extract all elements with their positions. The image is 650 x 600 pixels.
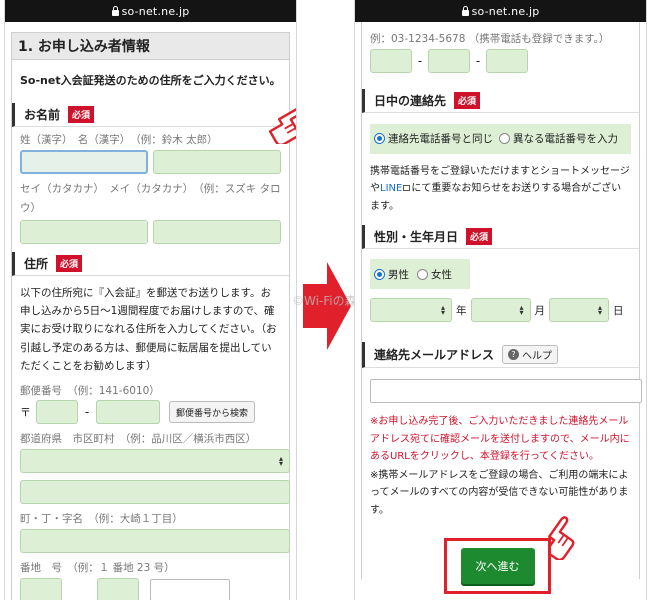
gender-birth-label-row: 性別・生年月日 必須 [362,225,639,250]
radio-empty-icon [499,133,510,145]
birth-year-select[interactable]: ▴ ▾ [370,298,452,323]
birth-month-select[interactable]: ▴ ▾ [470,298,531,323]
screenshot-canvas: so-net.ne.jp 1. お申し込み者情報 So-net入会証発送のための… [0,0,650,600]
gender-radio-group: 男性 女性 [370,259,470,290]
house-number-input[interactable] [97,578,139,600]
name-label-row: お名前 必須 [12,103,289,127]
url-text: so-net.ne.jp [471,4,540,18]
email-confirm-note: ※お申し込み完了後、ご入力いただきました連絡先メールアドレス宛てに確認メールを送… [370,416,630,463]
radio-same-phone[interactable]: 連絡先電話番号と同じ [374,131,493,146]
daytime-contact-label: 日中の連絡先 [374,93,447,108]
gender-birth-label: 性別・生年月日 [374,230,459,245]
phone-dash: - [417,53,423,68]
required-badge: 必須 [466,228,493,246]
lock-icon [461,5,469,16]
radio-selected-icon [374,268,385,280]
last-name-kanji-input[interactable] [20,149,149,174]
address-label: 住所 [24,256,49,271]
email-input[interactable] [370,379,642,404]
next-button-highlight: 次へ進む [444,538,551,594]
address-description: 以下の住所宛に『入会証』を郵送でお送りします。お申し込みから5日〜1週間程度でお… [20,286,277,373]
zip-code-first-input[interactable] [36,400,78,425]
pointing-hand-icon [268,106,296,144]
watermark: ©Wi-Fiの森 [292,294,357,308]
month-suffix: 月 [534,304,546,317]
zip-hint: 郵便番号 （例：141-6010） [20,384,160,397]
required-badge: 必須 [56,254,83,272]
phone-example: 例：03-1234-5678 （携帯電話も登録できます。） [370,33,610,45]
select-arrows-icon: ▴ ▾ [440,303,445,318]
postal-mark: 〒 [20,406,31,420]
name-kana-hint: セイ（カタカナ） メイ（カタカナ） （例：スズキ タロウ） [20,182,281,214]
name-kanji-hint: 姓（漢字） 名（漢字） （例：鈴木 太郎） [20,134,218,146]
town-hint: 町・丁・字名 （例：大崎１丁目） [20,513,183,526]
phone-third-input[interactable] [486,48,528,73]
phone-second-input[interactable] [428,48,470,73]
url-text: so-net.ne.jp [121,4,190,18]
first-name-kanji-input[interactable] [153,149,281,174]
address-label-row: 住所 必須 [12,251,289,276]
radio-selected-icon [374,133,385,145]
external-link-icon [403,185,411,192]
phone-first-input[interactable] [370,48,412,73]
prefecture-select[interactable]: ▴ ▾ [20,449,290,474]
birth-day-select[interactable]: ▴ ▾ [549,298,609,323]
daytime-radio-group: 連絡先電話番号と同じ 異なる電話番号を入力 [370,123,631,154]
block-number-input[interactable] [20,578,62,600]
email-label: 連絡先メールアドレス [374,348,495,363]
name-label: お名前 [24,108,61,122]
section-title: 1. お申し込み者情報 [11,32,290,60]
radio-male[interactable]: 男性 [374,267,409,282]
sms-note: 携帯電話番号をご登録いただけますとショートメッセージやLINE にて重要なお知らせ… [370,154,631,216]
line-link[interactable]: LINE [380,183,402,194]
phone-dash: - [475,53,481,68]
select-arrows-icon: ▴ ▾ [597,303,602,318]
daytime-contact-label-row: 日中の連絡先 必須 [362,88,639,113]
zip-search-button[interactable]: 郵便番号から検索 [169,401,256,424]
required-badge: 必須 [68,106,95,123]
url-bar[interactable]: so-net.ne.jp [5,0,296,22]
required-badge: 必須 [454,91,481,109]
right-phone-screen: so-net.ne.jp 例：03-1234-5678 （携帯電話も登録できます… [354,0,647,600]
question-icon: ? [508,349,520,361]
radio-male-label: 男性 [388,268,409,281]
lead-text: So-net入会証発送のための住所をご入力ください。 [20,74,281,87]
radio-female[interactable]: 女性 [417,267,452,282]
day-suffix: 日 [613,304,624,317]
number-hint: 番地 号 （例：１ 番地 23 号） [20,562,175,575]
first-name-kana-input[interactable] [153,219,281,244]
next-button[interactable]: 次へ進む [460,548,535,584]
select-arrows-icon: ▴ ▾ [278,454,283,469]
lock-icon [111,5,119,16]
select-arrows-icon: ▴ ▾ [519,303,524,318]
contact-form: 例：03-1234-5678 （携帯電話も登録できます。） - - 日中の連絡先… [361,22,642,580]
help-button[interactable]: ? ヘルプ [502,345,559,365]
radio-empty-icon [417,268,428,280]
zip-code-second-input[interactable] [96,400,160,425]
last-name-kana-input[interactable] [20,219,148,244]
help-label: ヘルプ [522,351,553,363]
email-label-row: 連絡先メールアドレス ? ヘルプ [362,342,639,369]
year-suffix: 年 [456,304,467,317]
pref-hint: 都道府県 市区町村 （例：品川区／横浜市西区） [20,433,257,446]
url-bar[interactable]: so-net.ne.jp [355,0,646,22]
applicant-form: So-net入会証発送のための住所をご入力ください。 お名前 必須 姓（漢字） … [11,60,290,600]
radio-female-label: 女性 [431,268,452,281]
town-input[interactable] [20,529,290,554]
building-input[interactable] [150,579,230,600]
city-input[interactable] [20,480,290,505]
radio-same-label: 連絡先電話番号と同じ [388,133,493,146]
zip-dash: - [84,405,90,420]
radio-different-phone[interactable]: 異なる電話番号を入力 [499,131,618,146]
left-phone-screen: so-net.ne.jp 1. お申し込み者情報 So-net入会証発送のための… [4,0,297,600]
radio-different-label: 異なる電話番号を入力 [513,133,618,146]
